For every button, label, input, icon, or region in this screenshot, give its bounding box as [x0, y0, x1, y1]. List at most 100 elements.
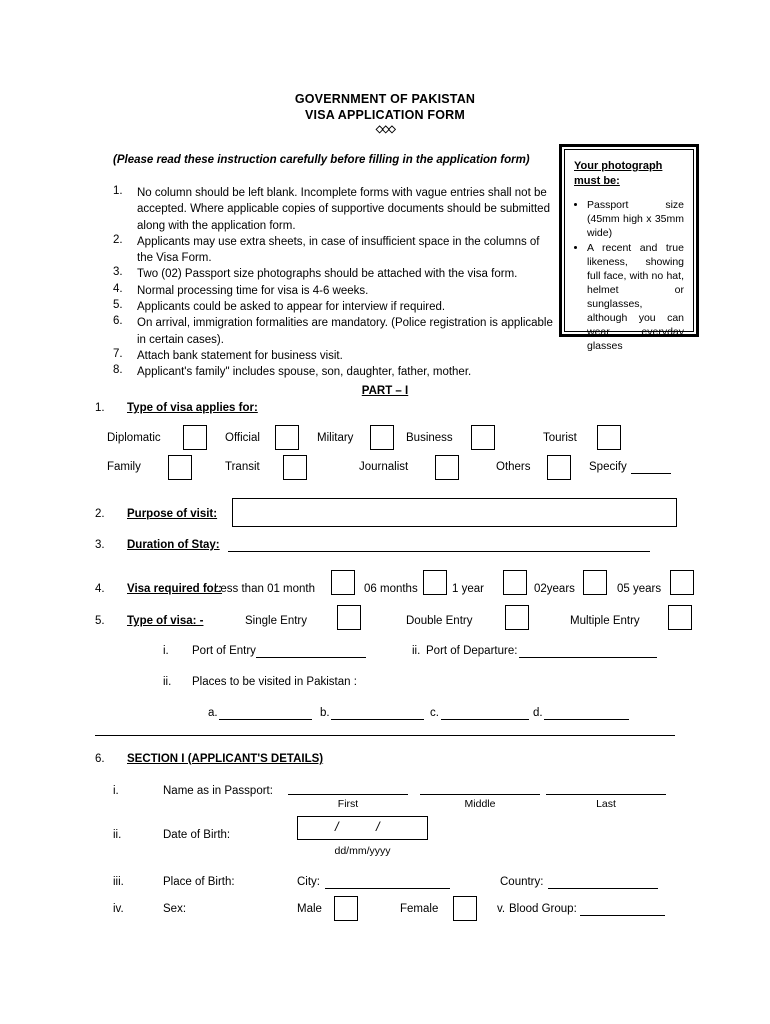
duration-of-stay-input[interactable]	[228, 551, 650, 552]
port-of-departure-label: Port of Departure:	[426, 645, 518, 657]
country-input[interactable]	[548, 888, 658, 889]
visa-type-transit-checkbox[interactable]	[283, 455, 307, 480]
visa-type-business-label: Business	[406, 432, 453, 444]
instruction-item: 2. Applicants may use extra sheets, in c…	[113, 234, 555, 267]
visa-type-specify-input[interactable]	[631, 473, 671, 474]
visa-type-tourist-checkbox[interactable]	[597, 425, 621, 450]
instruction-text: Applicants could be asked to appear for …	[137, 301, 446, 314]
port-of-departure-number: ii.	[412, 645, 421, 657]
instruction-text: Attach bank statement for business visit…	[137, 349, 343, 362]
q4-label: Visa required for:	[127, 583, 223, 595]
instruction-item: 8. Applicant's family" includes spouse, …	[113, 364, 555, 380]
sex-label: Sex:	[163, 903, 187, 915]
instruction-number: 3.	[113, 266, 123, 279]
place-d-letter: d.	[533, 707, 543, 719]
visa-duration-06-months-checkbox[interactable]	[423, 570, 447, 595]
last-name-label: Last	[596, 798, 616, 810]
place-b-input[interactable]	[331, 719, 424, 720]
place-a-letter: a.	[208, 707, 218, 719]
place-of-birth-label: Place of Birth:	[163, 876, 235, 888]
photograph-requirements-title: Your photograph must be:	[574, 160, 663, 187]
city-input[interactable]	[325, 888, 450, 889]
visa-type-specify-label: Specify	[589, 461, 627, 473]
sex-male-checkbox[interactable]	[334, 896, 358, 921]
visa-type-journalist-label: Journalist	[359, 461, 409, 473]
q1-number: 1.	[95, 402, 105, 414]
visa-duration-1-year-checkbox[interactable]	[503, 570, 527, 595]
visa-type-others-checkbox[interactable]	[547, 455, 571, 480]
instruction-number: 6.	[113, 315, 123, 328]
date-of-birth-format-hint: dd/mm/yyyy	[334, 845, 391, 857]
country-label: Country:	[500, 876, 544, 888]
visa-duration-less-than-01-month-label: Less than 01 month	[214, 583, 316, 595]
place-c-letter: c.	[430, 707, 439, 719]
visa-type-journalist-checkbox[interactable]	[435, 455, 459, 480]
q4-number: 4.	[95, 583, 105, 595]
visa-duration-less-than-01-month-checkbox[interactable]	[331, 570, 355, 595]
instruction-text: On arrival, immigration formalities are …	[137, 317, 553, 346]
purpose-of-visit-input[interactable]	[232, 498, 677, 527]
date-of-birth-input-box[interactable]: / /	[297, 816, 428, 840]
entry-type-multiple-checkbox[interactable]	[668, 605, 692, 630]
visa-type-tourist-label: Tourist	[543, 432, 577, 444]
instruction-text: Normal processing time for visa is 4-6 w…	[137, 284, 369, 297]
entry-type-double-label: Double Entry	[406, 615, 473, 627]
part-one-heading: PART – I	[361, 385, 409, 397]
entry-type-single-checkbox[interactable]	[337, 605, 361, 630]
visa-type-diplomatic-label: Diplomatic	[107, 432, 161, 444]
instruction-number: 8.	[113, 364, 123, 377]
port-of-entry-label: Port of Entry	[192, 645, 256, 657]
places-to-visit-label: Places to be visited in Pakistan :	[192, 676, 357, 688]
visa-type-diplomatic-checkbox[interactable]	[183, 425, 207, 450]
visa-type-family-checkbox[interactable]	[168, 455, 192, 480]
port-of-departure-input[interactable]	[519, 657, 657, 658]
first-name-input[interactable]	[288, 794, 408, 795]
instruction-text: Two (02) Passport size photographs shoul…	[137, 268, 518, 281]
visa-type-official-checkbox[interactable]	[275, 425, 299, 450]
middle-name-input[interactable]	[420, 794, 540, 795]
instruction-number: 2.	[113, 233, 123, 246]
instruction-number: 4.	[113, 282, 123, 295]
visa-type-business-checkbox[interactable]	[471, 425, 495, 450]
sex-row-number: iv.	[113, 903, 124, 915]
visa-type-transit-label: Transit	[225, 461, 260, 473]
sex-female-label: Female	[400, 903, 439, 915]
q2-number: 2.	[95, 508, 105, 520]
visa-type-military-checkbox[interactable]	[370, 425, 394, 450]
blood-group-input[interactable]	[580, 915, 665, 916]
instruction-number: 5.	[113, 299, 123, 312]
visa-duration-02years-checkbox[interactable]	[583, 570, 607, 595]
name-as-in-passport-label: Name as in Passport:	[163, 785, 273, 797]
place-c-input[interactable]	[441, 719, 529, 720]
port-row-number: i.	[163, 645, 169, 657]
visa-duration-05-years-checkbox[interactable]	[670, 570, 694, 595]
place-d-input[interactable]	[544, 719, 629, 720]
instruction-text: No column should be left blank. Incomple…	[137, 187, 550, 232]
section1-number: 6.	[95, 753, 105, 765]
visa-type-official-label: Official	[225, 432, 260, 444]
sex-male-label: Male	[297, 903, 322, 915]
photograph-requirements-box: Your photograph must be: Passport size (…	[559, 144, 699, 352]
visa-duration-06-months-label: 06 months	[364, 583, 418, 595]
entry-type-single-label: Single Entry	[245, 615, 308, 627]
visa-duration-02years-label: 02years	[534, 583, 575, 595]
last-name-input[interactable]	[546, 794, 666, 795]
instruction-item: 5. Applicants could be asked to appear f…	[113, 299, 555, 315]
instruction-text: Applicants may use extra sheets, in case…	[137, 235, 540, 265]
place-a-input[interactable]	[219, 719, 312, 720]
blood-group-number: v.	[497, 903, 506, 915]
instruction-item: 1. No column should be left blank. Incom…	[113, 185, 555, 234]
sex-female-checkbox[interactable]	[453, 896, 477, 921]
instruction-item: 6. On arrival, immigration formalities a…	[113, 315, 555, 348]
name-row-number: i.	[113, 785, 119, 797]
city-label: City:	[297, 876, 320, 888]
middle-name-label: Middle	[464, 798, 496, 810]
port-of-entry-input[interactable]	[256, 657, 366, 658]
photograph-requirement-item: A recent and true likeness, showing full…	[587, 241, 684, 353]
instruction-number: 1.	[113, 185, 123, 197]
entry-type-double-checkbox[interactable]	[505, 605, 529, 630]
q3-number: 3.	[95, 539, 105, 551]
q1-label: Type of visa applies for:	[127, 402, 258, 414]
places-row-number: ii.	[163, 676, 172, 688]
section1-heading: SECTION I (APPLICANT'S DETAILS)	[127, 753, 324, 765]
